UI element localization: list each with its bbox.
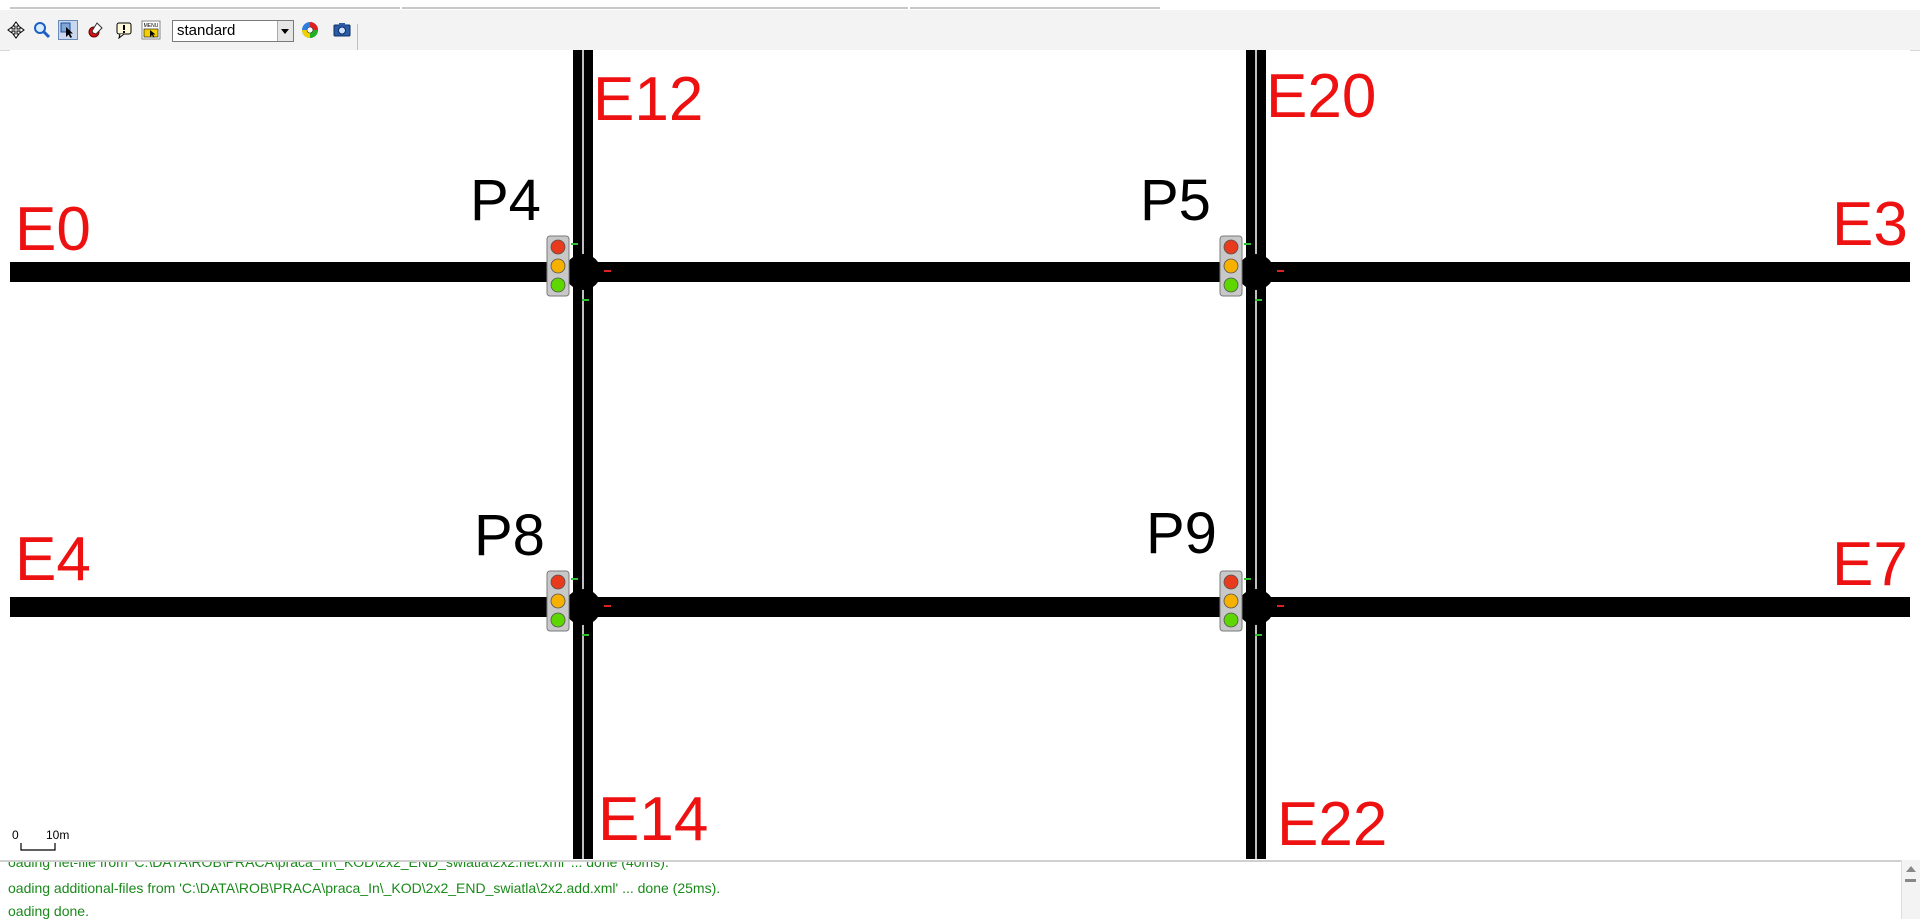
- junction-shapes: [565, 243, 1284, 636]
- network-view[interactable]: E0 E3 E4 E7 E12 E14 E20 E22 P4 P5 P8 P9 …: [10, 50, 1910, 859]
- edge-label-e0: E0: [15, 195, 91, 264]
- zoom-icon[interactable]: [32, 20, 52, 40]
- network-drawing: E0 E3 E4 E7 E12 E14 E20 E22 P4 P5 P8 P9 …: [10, 50, 1910, 859]
- junction-label-p8: P8: [474, 503, 545, 568]
- color-scheme-value: standard: [177, 22, 236, 39]
- lane-marker: [571, 578, 578, 580]
- roads: [10, 50, 1910, 859]
- traffic-light-icon[interactable]: [1219, 235, 1243, 297]
- pan-icon[interactable]: [6, 20, 26, 40]
- color-wheel-icon[interactable]: [300, 20, 320, 40]
- edge-label-e7: E7: [1832, 530, 1908, 599]
- junction-p9[interactable]: [1238, 589, 1274, 625]
- edge-label-e14: E14: [598, 785, 708, 854]
- edge-label-e20: E20: [1266, 62, 1376, 131]
- green-light: [550, 612, 566, 628]
- select-icon[interactable]: [58, 20, 78, 40]
- yellow-light: [1223, 258, 1239, 274]
- lane-marker: [1277, 270, 1284, 272]
- message-log: oading net-file from 'C:\DATA\ROB\PRACA\…: [0, 860, 1920, 921]
- yellow-light: [550, 593, 566, 609]
- lane-marker: [604, 270, 611, 272]
- edit-icon[interactable]: [86, 20, 106, 40]
- junction-label-p4: P4: [470, 168, 541, 233]
- scroll-thumb[interactable]: [1905, 879, 1916, 882]
- color-scheme-select[interactable]: standard: [172, 20, 294, 42]
- toolbar-separator: [357, 24, 358, 50]
- red-light: [550, 239, 566, 255]
- road-row-upper: [10, 262, 1910, 282]
- message-log-scrollbar[interactable]: [1901, 860, 1920, 919]
- scroll-up-icon[interactable]: [1906, 866, 1916, 872]
- svg-text:MENU: MENU: [144, 23, 159, 29]
- green-light: [550, 277, 566, 293]
- lane-marker: [604, 605, 611, 607]
- log-line: oading done.: [8, 903, 89, 919]
- junction-p8[interactable]: [565, 589, 601, 625]
- junction-p4[interactable]: [565, 254, 601, 290]
- lane-marker: [571, 243, 578, 245]
- lane-marker: [1244, 578, 1251, 580]
- toolbar: MENU standard: [0, 10, 1920, 51]
- scale-line: [20, 843, 56, 851]
- tab-divider: [10, 7, 400, 9]
- info-icon[interactable]: [114, 20, 134, 40]
- menu-icon[interactable]: MENU: [141, 20, 161, 40]
- edge-label-e4: E4: [15, 525, 91, 594]
- traffic-light-icon[interactable]: [546, 570, 570, 632]
- lane-marker: [582, 634, 589, 636]
- traffic-light-icon[interactable]: [1219, 570, 1243, 632]
- junction-p5[interactable]: [1238, 254, 1274, 290]
- scale-bar: 0 10m: [12, 828, 69, 851]
- lane-marker: [582, 299, 589, 301]
- red-light: [1223, 239, 1239, 255]
- scale-zero: 0: [12, 828, 19, 842]
- edge-label-e3: E3: [1832, 190, 1908, 259]
- yellow-light: [1223, 593, 1239, 609]
- red-light: [550, 574, 566, 590]
- lane-marker: [1277, 605, 1284, 607]
- traffic-light-icon[interactable]: [546, 235, 570, 297]
- green-light: [1223, 612, 1239, 628]
- road-row-lower: [10, 597, 1910, 617]
- lane-marker: [1255, 299, 1262, 301]
- junction-label-p9: P9: [1146, 501, 1217, 566]
- yellow-light: [550, 258, 566, 274]
- junction-label-p5: P5: [1140, 168, 1211, 233]
- lane-marker: [1244, 243, 1251, 245]
- log-line: oading additional-files from 'C:\DATA\RO…: [8, 880, 721, 896]
- lane-marker: [1255, 634, 1262, 636]
- scale-distance: 10m: [46, 828, 69, 842]
- chevron-down-icon[interactable]: [277, 21, 293, 41]
- edge-label-e22: E22: [1277, 790, 1387, 859]
- tab-divider: [402, 7, 908, 9]
- log-line: oading net-file from 'C:\DATA\ROB\PRACA\…: [8, 860, 669, 870]
- traffic-lights: [546, 235, 1243, 632]
- tab-divider: [910, 7, 1160, 9]
- red-light: [1223, 574, 1239, 590]
- screenshot-icon[interactable]: [332, 20, 352, 40]
- title-strip: [0, 0, 1920, 10]
- edge-label-e12: E12: [593, 65, 703, 134]
- green-light: [1223, 277, 1239, 293]
